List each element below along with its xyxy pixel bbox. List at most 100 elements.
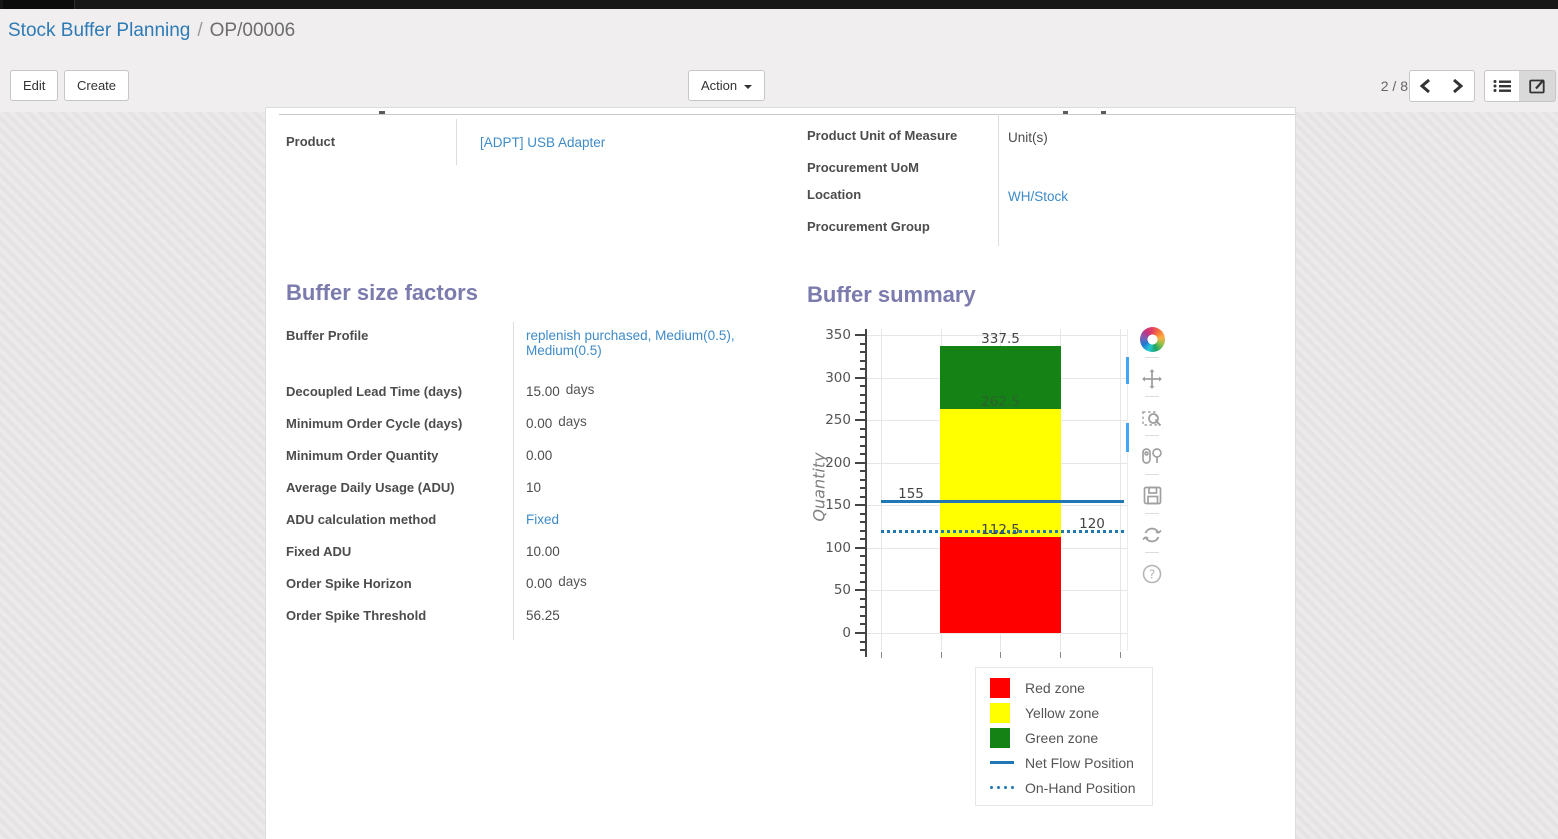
reset-icon[interactable] [1137,521,1167,548]
major-tick [855,377,865,379]
factor-label: Average Daily Usage (ADU) [286,472,514,495]
modebar-active-indicator [1126,423,1129,452]
factor-value: 56.25 [514,600,764,623]
buffer-factors-table: Buffer Profile replenish purchased, Mediu… [286,320,776,632]
chart-modebar: ? [1132,326,1172,590]
legend-label: On-Hand Position [1025,780,1136,796]
top-navbar [0,0,1558,9]
minor-tick [860,453,865,455]
factor-label: Buffer Profile [286,320,514,343]
pager-count: 2 / 8 [1364,78,1408,94]
chart-plot-area[interactable]: 337.5262.5112.5155120 [867,329,1128,651]
x-tick [881,652,882,658]
chevron-left-icon [1420,79,1431,93]
create-button[interactable]: Create [64,70,129,101]
factor-unit: days [558,574,587,589]
save-icon[interactable] [1137,482,1167,509]
y-tick-label: 50 [808,582,851,598]
major-tick [855,589,865,591]
factor-unit: days [558,414,587,429]
minor-tick [860,496,865,498]
legend-item[interactable]: Net Flow Position [990,750,1152,775]
breadcrumb-separator: / [197,20,202,41]
hover-compare-icon[interactable] [1137,443,1167,470]
minor-tick [860,436,865,438]
edit-button[interactable]: Edit [10,70,58,101]
minor-tick [860,538,865,540]
major-tick [855,547,865,549]
modebar-active-indicator [1126,357,1129,384]
factor-label: Order Spike Threshold [286,600,514,623]
breadcrumb-record: OP/00006 [210,20,296,41]
field-value: Unit(s) [1008,130,1048,145]
field-label: Product Unit of Measure [807,128,957,143]
net-flow-position-swatch [990,761,1018,764]
chart-value-label: 155 [881,486,941,502]
factor-value-link[interactable]: replenish purchased, Medium(0.5), Medium… [526,328,735,358]
clipped-text-fragment [1101,111,1106,114]
chart-value-label: 112.5 [940,522,1061,538]
factor-value: 0.00days [514,568,764,591]
on-hand-position-swatch [990,786,1018,789]
breadcrumb: Stock Buffer Planning / OP/00006 [8,20,295,42]
legend-item[interactable]: Green zone [990,725,1152,750]
y-tick-label: 350 [808,327,851,343]
field-label: Procurement UoM [807,160,919,175]
legend-label: Red zone [1025,680,1085,696]
box-zoom-icon[interactable] [1137,404,1167,431]
buffer-summary-chart[interactable]: Quantity 050100150200250300350 337.5262.… [808,323,1138,668]
chevron-right-icon [1452,79,1463,93]
buffer-size-factors-title: Buffer size factors [286,280,478,306]
minor-tick [860,572,865,574]
factor-row: Minimum Order Cycle (days)0.00days [286,408,776,440]
minor-tick [860,360,865,362]
factor-label: Minimum Order Quantity [286,440,514,463]
list-view-switcher-button[interactable] [1484,70,1520,102]
field-separator [456,119,457,165]
factor-value-text: 10.00 [526,544,560,559]
minor-tick [860,598,865,600]
minor-tick [860,641,865,643]
chart-logo-icon[interactable] [1137,326,1167,353]
form-view-switcher-button[interactable] [1519,70,1556,102]
breadcrumb-app-link[interactable]: Stock Buffer Planning [8,20,190,41]
minor-tick [860,521,865,523]
help-icon[interactable]: ? [1137,560,1167,587]
minor-tick [860,470,865,472]
pan-icon[interactable] [1137,365,1167,392]
field-label: Procurement Group [807,219,930,234]
y-tick-label: 150 [808,497,851,513]
minor-tick [860,428,865,430]
minor-tick [860,368,865,370]
action-dropdown-button[interactable]: Action [688,70,765,101]
gridline-horizontal [867,633,1127,634]
minor-tick [860,394,865,396]
svg-text:?: ? [1149,567,1155,581]
legend-item[interactable]: Yellow zone [990,700,1152,725]
minor-tick [860,487,865,489]
y-tick-label: 100 [808,540,851,556]
legend-item[interactable]: On-Hand Position [990,775,1152,800]
factor-label: Fixed ADU [286,536,514,559]
legend-line-swatch [990,761,1014,764]
minor-tick [860,351,865,353]
green-zone-swatch [990,728,1018,748]
factor-row: Average Daily Usage (ADU)10 [286,472,776,504]
factor-value-text: 15.00 [526,384,560,399]
minor-tick [860,479,865,481]
pager-next-button[interactable] [1441,70,1475,102]
factor-value-link[interactable]: Fixed [526,512,559,527]
field-value-link[interactable]: WH/Stock [1008,189,1068,204]
major-tick [855,632,865,634]
minor-tick [860,343,865,345]
chart-value-label: 262.5 [940,394,1061,410]
legend-dots-swatch [990,786,1014,789]
legend-item[interactable]: Red zone [990,675,1152,700]
pager-previous-button[interactable] [1409,70,1442,102]
clipped-text-fragment [1063,111,1068,114]
product-field-value-link[interactable]: [ADPT] USB Adapter [480,135,605,150]
factor-label: ADU calculation method [286,504,514,527]
factor-value: 0.00days [514,408,764,431]
factor-value: Fixed [514,504,764,527]
list-view-icon [1493,79,1511,93]
